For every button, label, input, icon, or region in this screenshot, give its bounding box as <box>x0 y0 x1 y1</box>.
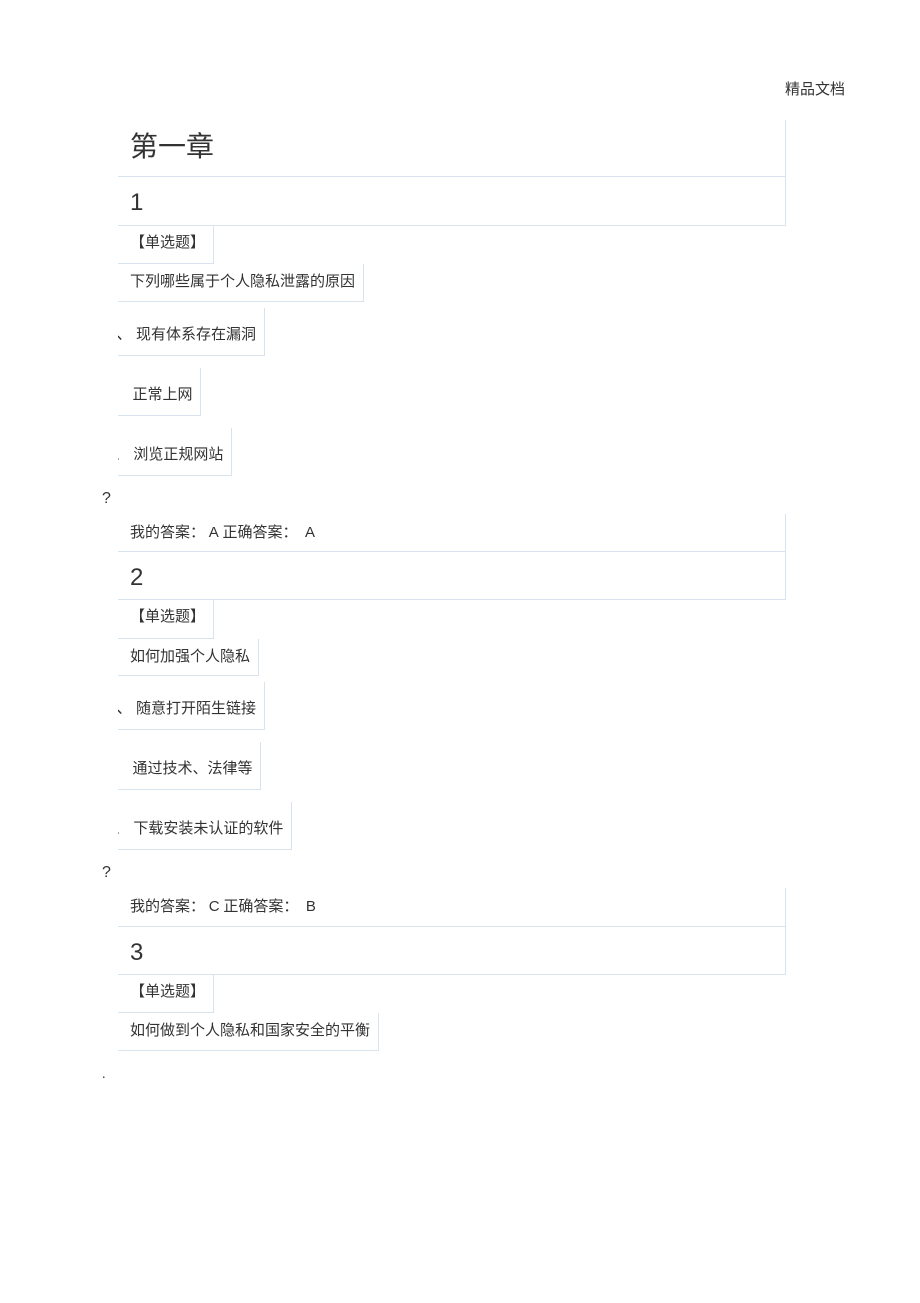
question-number: 1 <box>118 177 786 225</box>
option-b: B、 正常上网 <box>118 368 201 416</box>
footer-dot: . <box>102 1067 106 1083</box>
option-label: C、 <box>118 820 130 837</box>
correct-answer: A <box>305 524 315 541</box>
option-b: B、 通过技术、法律等 <box>118 742 261 790</box>
option-a: A 、 随意打开陌生链接 <box>118 682 265 730</box>
option-label: B、 <box>118 386 129 403</box>
option-text: 随意打开陌生链接 <box>136 701 256 717</box>
answer-line: 我的答案： A 正确答案： A <box>118 514 786 553</box>
option-text: 下载安装未认证的软件 <box>133 821 283 837</box>
question-text: 下列哪些属于个人隐私泄露的原因 <box>118 264 364 302</box>
option-c: C、 下载安装未认证的软件 <box>118 802 292 850</box>
answer-prefix: 我的答案： <box>130 899 205 915</box>
answer-line: 我的答案： C 正确答案： B <box>118 888 786 927</box>
option-c: C、 浏览正规网站 <box>118 428 232 476</box>
option-label: C、 <box>118 446 130 463</box>
option-label: A 、 <box>118 326 132 343</box>
question-type: 【单选题】 <box>118 975 214 1014</box>
correct-answer: B <box>306 898 316 915</box>
option-a: A 、 现有体系存在漏洞 <box>118 308 265 356</box>
correct-prefix: 正确答案： <box>223 899 298 915</box>
my-answer: C <box>209 898 220 915</box>
chapter-title: 第一章 <box>118 120 786 177</box>
question-number: 2 <box>118 552 786 600</box>
question-number: 3 <box>118 927 786 975</box>
option-label: A 、 <box>118 700 132 717</box>
option-text: 现有体系存在漏洞 <box>136 327 256 343</box>
question-type: 【单选题】 <box>118 226 214 265</box>
my-answer: A <box>209 524 219 541</box>
option-label: B、 <box>118 760 129 777</box>
correct-prefix: 正确答案： <box>223 525 298 541</box>
document-page: 第一章 1 【单选题】 下列哪些属于个人隐私泄露的原因 A 、 现有体系存在漏洞… <box>0 0 920 1101</box>
question-type: 【单选题】 <box>118 600 214 639</box>
question-mark: ? <box>102 850 818 888</box>
option-text: 浏览正规网站 <box>133 447 223 463</box>
option-text: 通过技术、法律等 <box>132 761 252 777</box>
question-text: 如何加强个人隐私 <box>118 639 259 677</box>
question-text: 如何做到个人隐私和国家安全的平衡 <box>118 1013 379 1051</box>
option-text: 正常上网 <box>132 387 192 403</box>
header-label: 精品文档 <box>785 78 845 99</box>
content-area: 第一章 1 【单选题】 下列哪些属于个人隐私泄露的原因 A 、 现有体系存在漏洞… <box>118 120 818 1051</box>
question-mark: ? <box>102 476 818 514</box>
answer-prefix: 我的答案： <box>130 525 205 541</box>
